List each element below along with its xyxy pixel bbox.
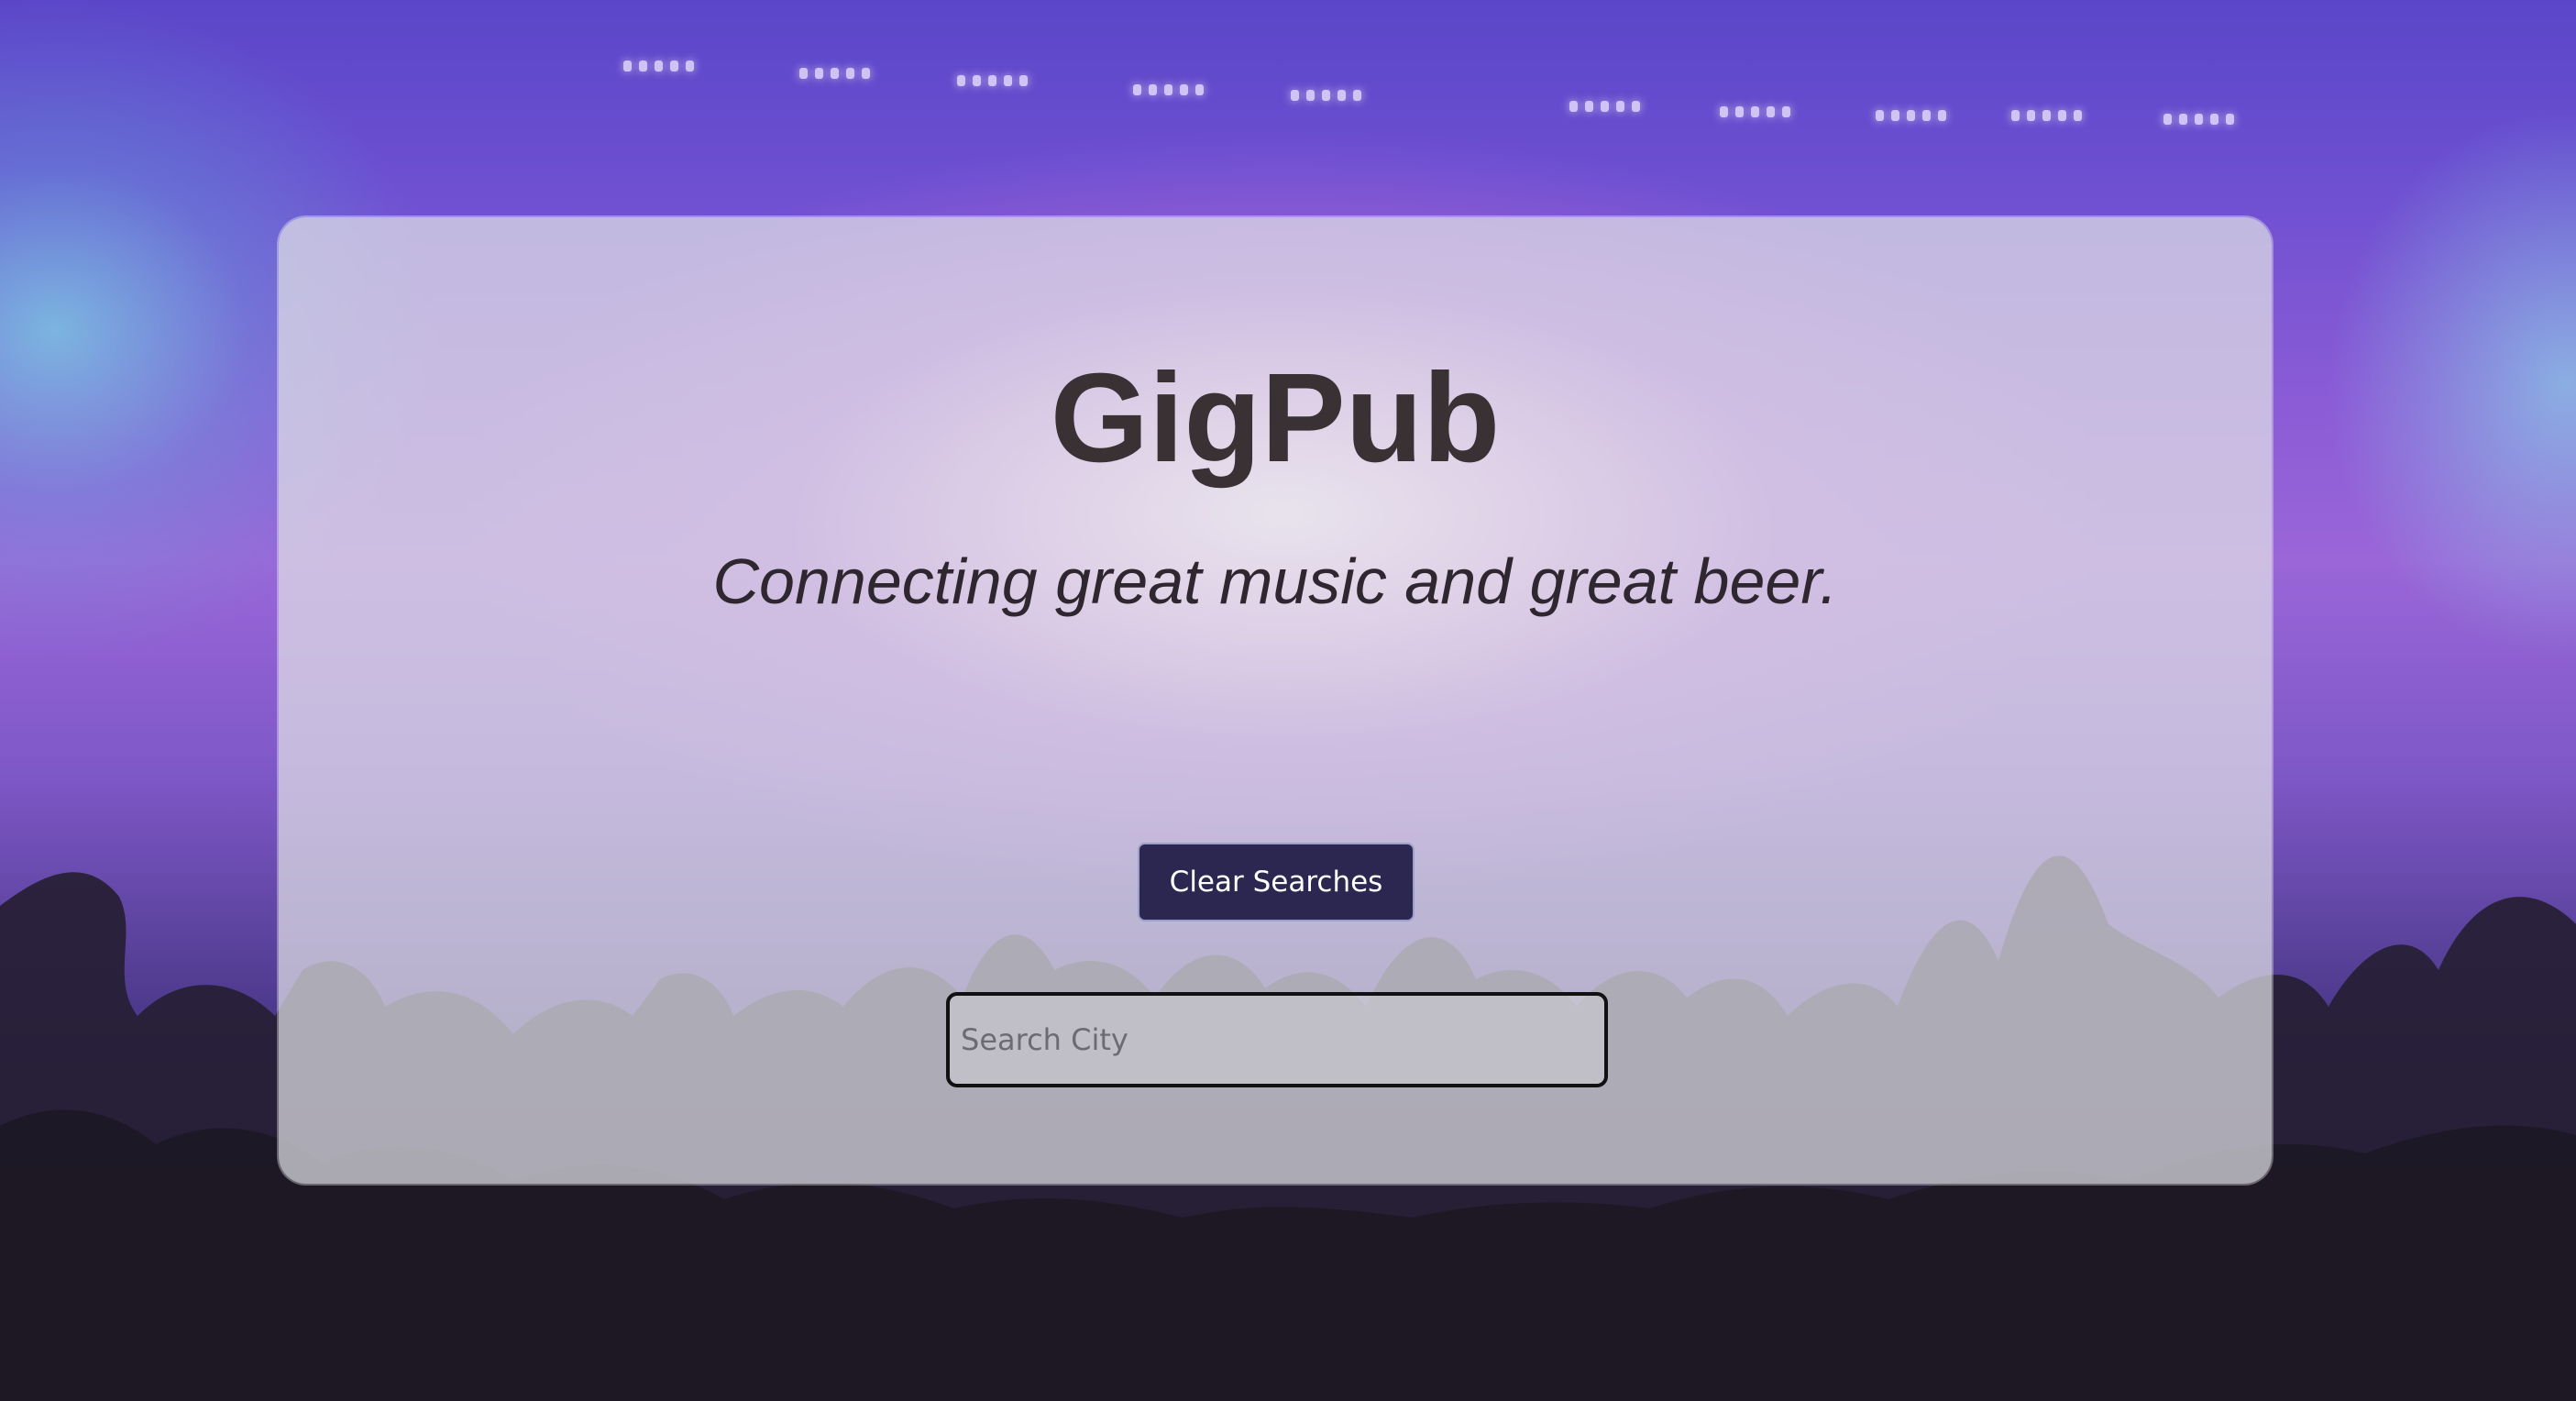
hero-card: GigPub Connecting great music and great … (279, 217, 2272, 1184)
app-tagline: Connecting great music and great beer. (712, 546, 1838, 617)
clear-searches-button[interactable]: Clear Searches (1138, 843, 1415, 921)
search-city-input[interactable] (946, 992, 1608, 1087)
app-background: GigPub Connecting great music and great … (0, 0, 2576, 1401)
ceiling-lights (2011, 110, 2082, 121)
ceiling-lights (1876, 110, 1946, 121)
ceiling-lights (623, 61, 694, 72)
ceiling-lights (1569, 101, 1640, 112)
ceiling-lights (1291, 90, 1361, 101)
ceiling-lights (2163, 114, 2234, 125)
ceiling-lights (1720, 106, 1790, 117)
ceiling-lights (957, 75, 1028, 86)
app-title: GigPub (1050, 347, 1501, 489)
ceiling-lights (799, 68, 870, 79)
ceiling-lights (1133, 84, 1204, 95)
